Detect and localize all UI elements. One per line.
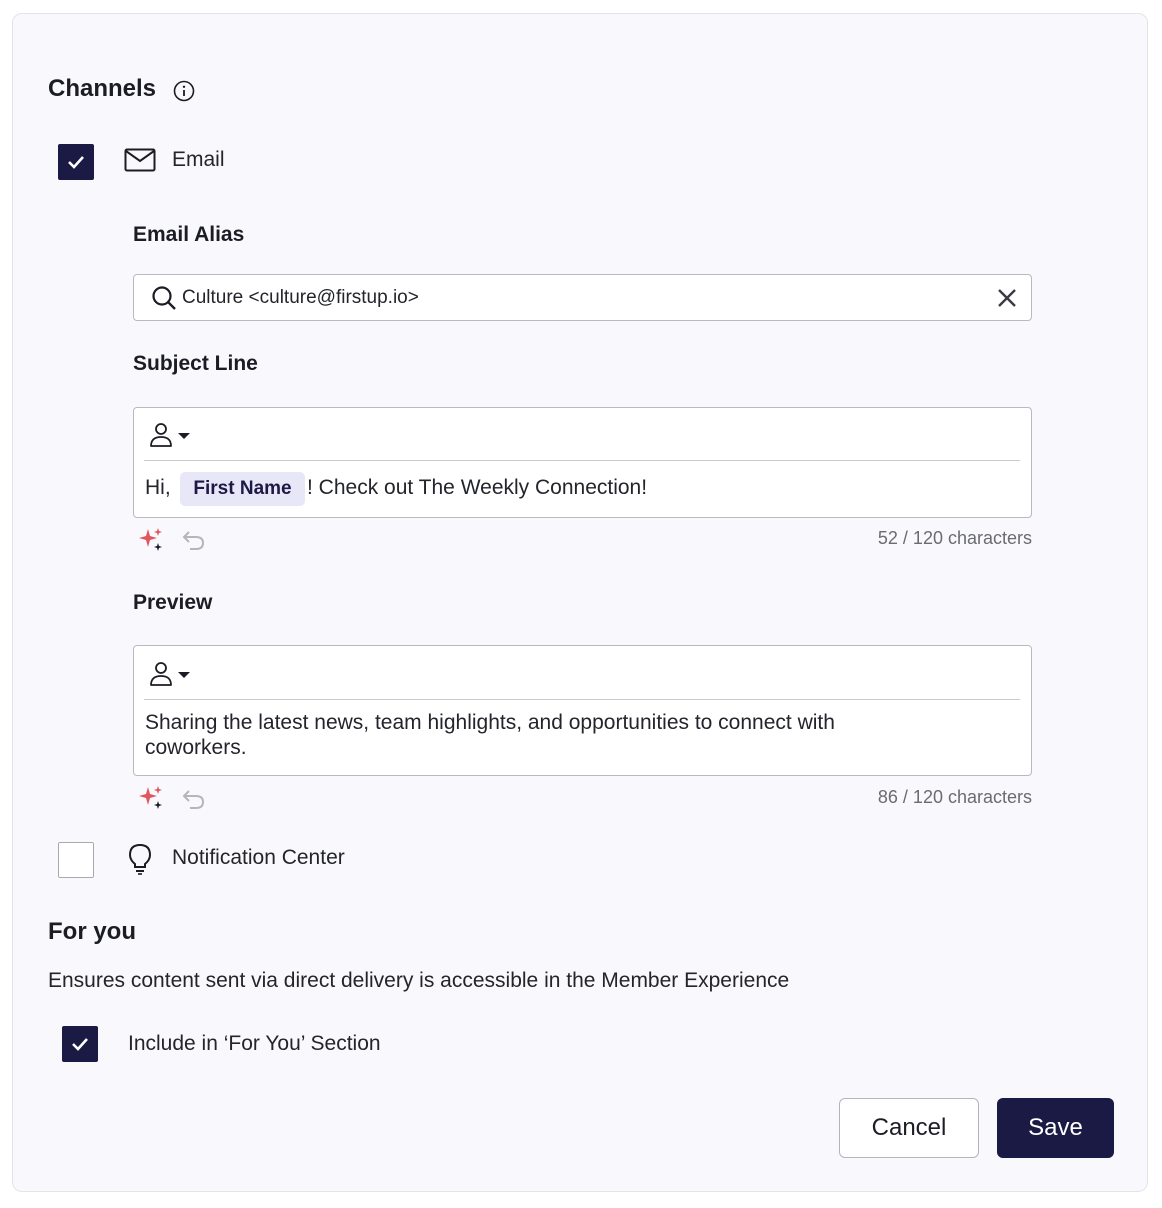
email-label: Email [172, 148, 225, 171]
preview-toolbar-divider [144, 699, 1020, 700]
email-checkbox[interactable] [58, 144, 94, 180]
include-for-you-label: Include in ‘For You’ Section [128, 1032, 381, 1055]
preview-label: Preview [133, 591, 213, 614]
subject-suffix: ! Check out The Weekly Connection! [307, 476, 648, 499]
subject-toolbar-divider [144, 460, 1020, 461]
for-you-title: For you [48, 918, 136, 945]
preview-text-line2: coworkers. [145, 736, 247, 759]
undo-icon[interactable] [181, 787, 207, 811]
mail-icon [124, 148, 156, 172]
personalize-icon[interactable] [148, 660, 194, 688]
subject-char-counter: 52 / 120 characters [877, 528, 1032, 548]
info-icon[interactable] [173, 80, 195, 102]
subject-line-label: Subject Line [133, 352, 258, 375]
check-icon [72, 1038, 88, 1051]
include-for-you-checkbox[interactable] [62, 1026, 98, 1062]
check-icon [68, 156, 84, 169]
cancel-button[interactable]: Cancel [839, 1098, 979, 1158]
channels-title: Channels [48, 75, 157, 102]
lightbulb-icon [127, 843, 153, 875]
save-button[interactable]: Save [997, 1098, 1114, 1158]
subject-prefix: Hi, [145, 476, 171, 499]
email-alias-label: Email Alias [133, 223, 245, 246]
email-alias-value: Culture <culture@firstup.io> [182, 287, 419, 308]
notification-center-checkbox[interactable] [58, 842, 94, 878]
notification-center-label: Notification Center [172, 846, 345, 869]
close-icon[interactable] [996, 287, 1018, 309]
for-you-description: Ensures content sent via direct delivery… [48, 969, 790, 992]
first-name-token[interactable]: First Name [180, 472, 305, 506]
sparkle-icon[interactable] [137, 784, 165, 812]
sparkle-icon[interactable] [137, 526, 165, 554]
undo-icon[interactable] [181, 528, 207, 552]
personalize-icon[interactable] [148, 421, 194, 449]
preview-char-counter: 86 / 120 characters [877, 787, 1032, 807]
preview-text-line1: Sharing the latest news, team highlights… [145, 711, 835, 734]
search-icon [151, 285, 177, 311]
